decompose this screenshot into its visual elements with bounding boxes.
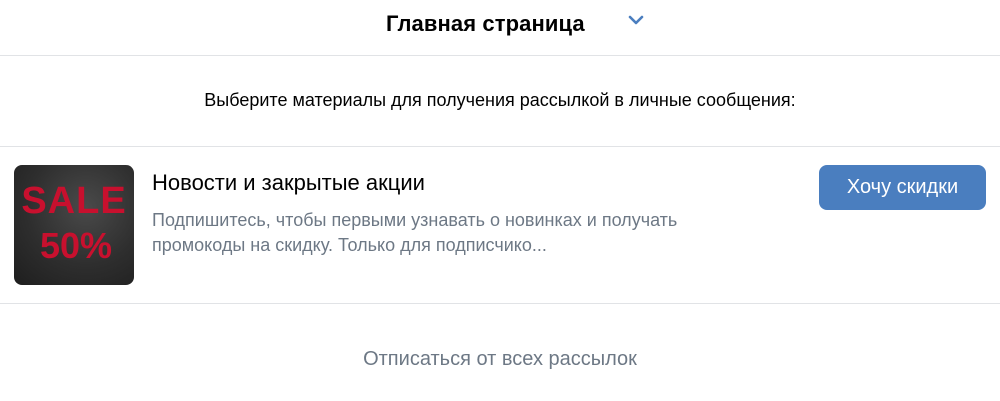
page-title-dropdown[interactable]: Главная страница bbox=[386, 4, 585, 44]
intro-text: Выберите материалы для получения рассылк… bbox=[204, 90, 796, 110]
header-bar: Главная страница bbox=[0, 0, 1000, 56]
divider bbox=[0, 146, 1000, 147]
sale-image-text-bottom: 50% bbox=[40, 225, 112, 266]
want-discounts-button[interactable]: Хочу скидки bbox=[819, 165, 986, 210]
divider bbox=[0, 303, 1000, 304]
mailing-subscription-page: Главная страница Выберите материалы для … bbox=[0, 0, 1000, 401]
subscription-image: SALE 50% bbox=[14, 165, 134, 285]
subscription-description: Подпишитесь, чтобы первыми узнавать о но… bbox=[152, 210, 678, 255]
sale-image-text-top: SALE bbox=[21, 180, 126, 222]
chevron-down-icon[interactable] bbox=[628, 13, 644, 25]
subscription-title: Новости и закрытые акции bbox=[152, 170, 425, 195]
unsubscribe-all-link[interactable]: Отписаться от всех рассылок bbox=[0, 348, 1000, 371]
page-title: Главная страница bbox=[386, 11, 585, 36]
